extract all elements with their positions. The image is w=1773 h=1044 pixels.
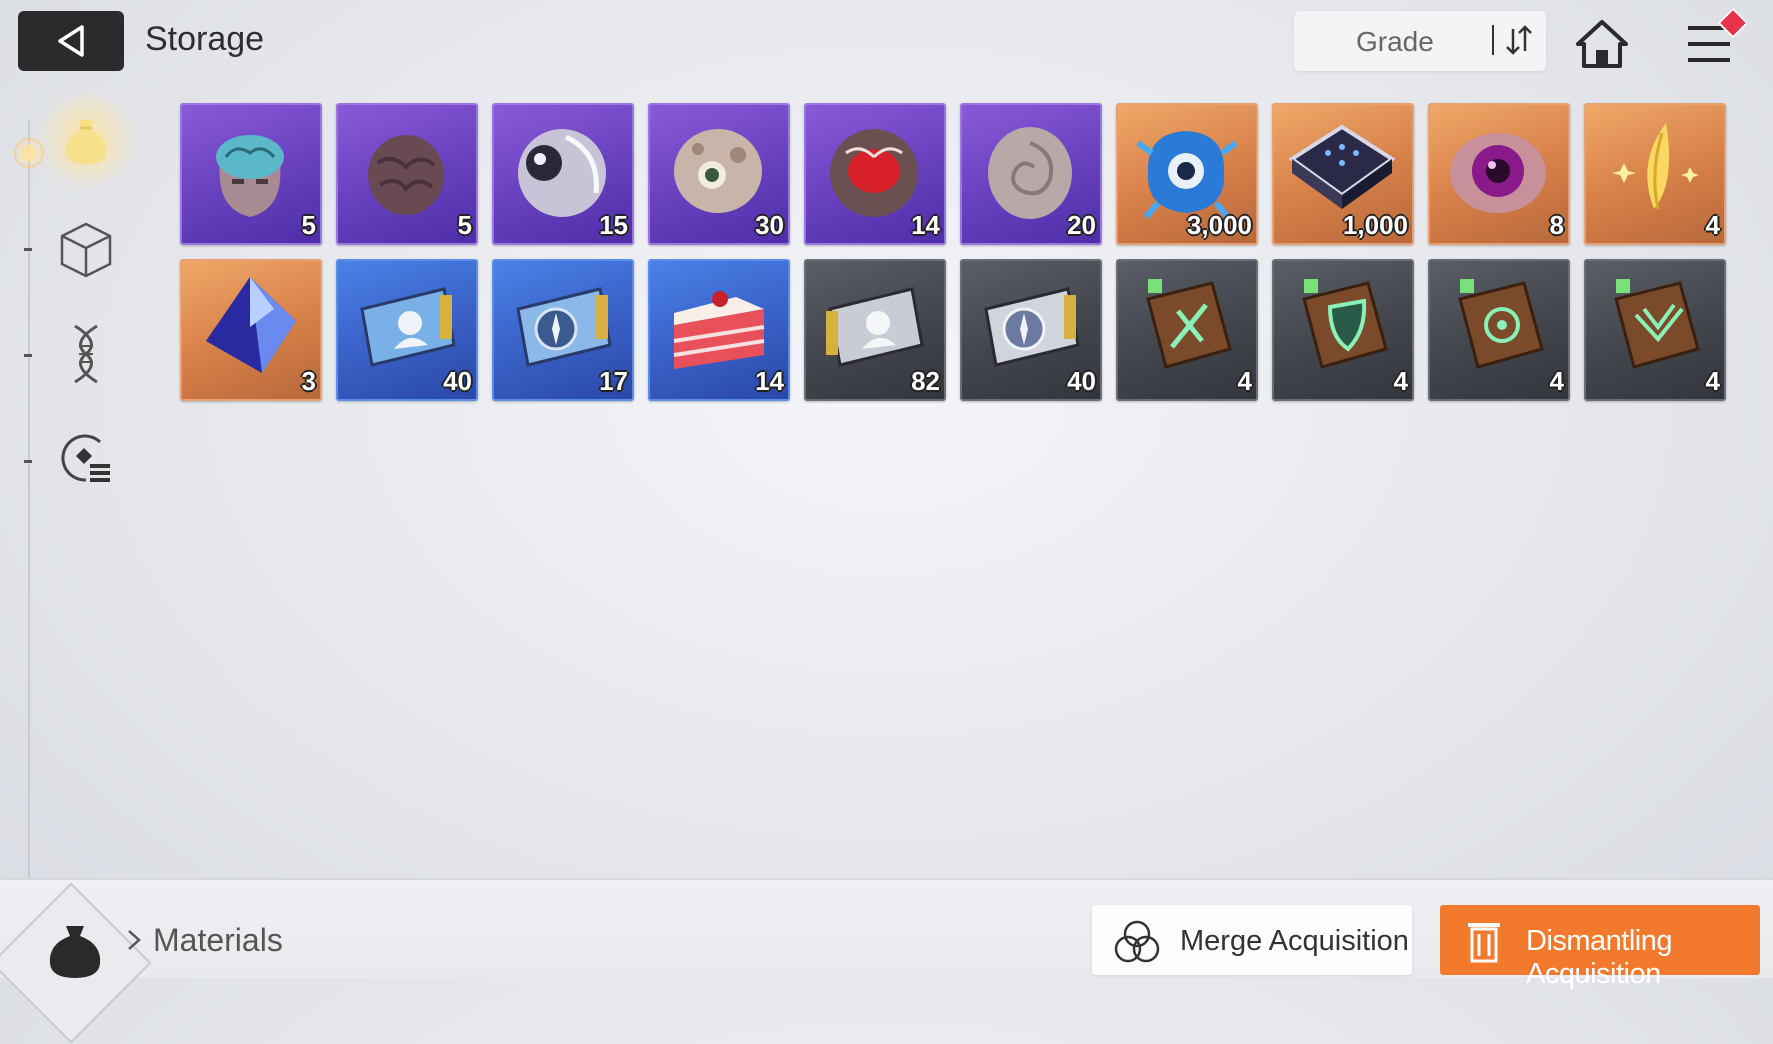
inventory-item[interactable]: 82: [804, 259, 946, 401]
sidebar-tab-cube[interactable]: [50, 214, 122, 286]
sidebar-tab-materials[interactable]: [32, 90, 142, 190]
inventory-item[interactable]: 15: [492, 103, 634, 245]
merge-icon: [1114, 920, 1160, 963]
sort-button[interactable]: Grade: [1294, 11, 1546, 71]
pouch-icon: [49, 926, 101, 978]
item-quantity: 30: [755, 210, 784, 240]
chevron-right-icon[interactable]: [126, 928, 142, 952]
target-book-icon: [1458, 279, 1544, 369]
inventory-item[interactable]: 8: [1428, 103, 1570, 245]
item-quantity: 4: [1705, 210, 1720, 240]
inventory-item[interactable]: 4: [1272, 259, 1414, 401]
wings-book-icon: [1614, 279, 1700, 369]
category-label: Materials: [153, 922, 283, 958]
inventory-item[interactable]: 40: [336, 259, 478, 401]
item-quantity: 3: [301, 366, 316, 396]
inventory-item[interactable]: 17: [492, 259, 634, 401]
skill-list-icon: [61, 434, 110, 482]
item-quantity: 40: [443, 366, 472, 396]
back-arrow-icon: [58, 25, 84, 57]
sort-order-icon[interactable]: [1504, 23, 1534, 57]
sidebar-dot: [24, 354, 32, 357]
inventory-item[interactable]: 5: [180, 103, 322, 245]
item-quantity: 15: [599, 210, 628, 240]
inventory-item[interactable]: 3: [180, 259, 322, 401]
item-quantity: 1,000: [1342, 210, 1408, 240]
inventory-item[interactable]: 4: [1116, 259, 1258, 401]
back-button[interactable]: [18, 11, 124, 71]
item-quantity: 4: [1393, 366, 1408, 396]
item-quantity: 3,000: [1186, 210, 1252, 240]
inventory-item[interactable]: 14: [804, 103, 946, 245]
dismantling-acquisition-label: Dismantling Acquisition: [1526, 925, 1673, 990]
merge-acquisition-label: Merge Acquisition: [1180, 925, 1409, 957]
brain-icon: [368, 135, 444, 215]
bottom-bar: Materials Merge Acquisition Dismantling …: [0, 878, 1773, 1044]
sidebar-tab-skill[interactable]: [50, 422, 122, 494]
page-title: Storage: [145, 20, 265, 58]
sort-divider: [1492, 25, 1494, 55]
inventory-item[interactable]: 14: [648, 259, 790, 401]
inventory-item[interactable]: 4: [1428, 259, 1570, 401]
item-quantity: 5: [457, 210, 472, 240]
item-quantity: 40: [1067, 366, 1096, 396]
pouch-icon: [65, 120, 107, 164]
blue-crystal-icon: [206, 277, 296, 373]
inventory-item[interactable]: 1,000: [1272, 103, 1414, 245]
sidebar-dot: [24, 460, 32, 463]
merge-acquisition-button[interactable]: Merge Acquisition: [1092, 905, 1412, 975]
sidebar-rail: [28, 120, 30, 880]
inventory-item[interactable]: 3,000: [1116, 103, 1258, 245]
brain-head-icon: [216, 135, 284, 217]
sword-book-icon: [1146, 279, 1232, 369]
item-quantity: 82: [911, 366, 940, 396]
purple-eye-icon: [1450, 133, 1546, 213]
shield-book-icon: [1302, 279, 1388, 369]
item-quantity: 14: [755, 366, 784, 396]
item-quantity: 20: [1067, 210, 1096, 240]
item-quantity: 4: [1705, 366, 1720, 396]
dismantling-acquisition-button[interactable]: Dismantling Acquisition: [1440, 905, 1760, 990]
golden-feather-icon: [1612, 123, 1699, 210]
item-quantity: 5: [301, 210, 316, 240]
sidebar-tab-dna[interactable]: [50, 318, 122, 390]
inventory-item[interactable]: 4: [1584, 259, 1726, 401]
item-quantity: 4: [1549, 366, 1564, 396]
home-icon[interactable]: [1574, 18, 1630, 70]
item-quantity: 8: [1549, 210, 1564, 240]
inventory-item[interactable]: 40: [960, 259, 1102, 401]
trash-icon: [1468, 923, 1500, 963]
dna-icon: [74, 324, 98, 384]
sort-label: Grade: [1356, 26, 1434, 57]
inventory-item[interactable]: 20: [960, 103, 1102, 245]
sidebar-dot: [24, 248, 32, 251]
item-quantity: 17: [599, 366, 628, 396]
item-quantity: 4: [1237, 366, 1252, 396]
inventory-item[interactable]: 4: [1584, 103, 1726, 245]
inventory-item[interactable]: 30: [648, 103, 790, 245]
inventory-item[interactable]: 5: [336, 103, 478, 245]
cube-icon: [60, 222, 112, 278]
item-quantity: 14: [911, 210, 940, 240]
